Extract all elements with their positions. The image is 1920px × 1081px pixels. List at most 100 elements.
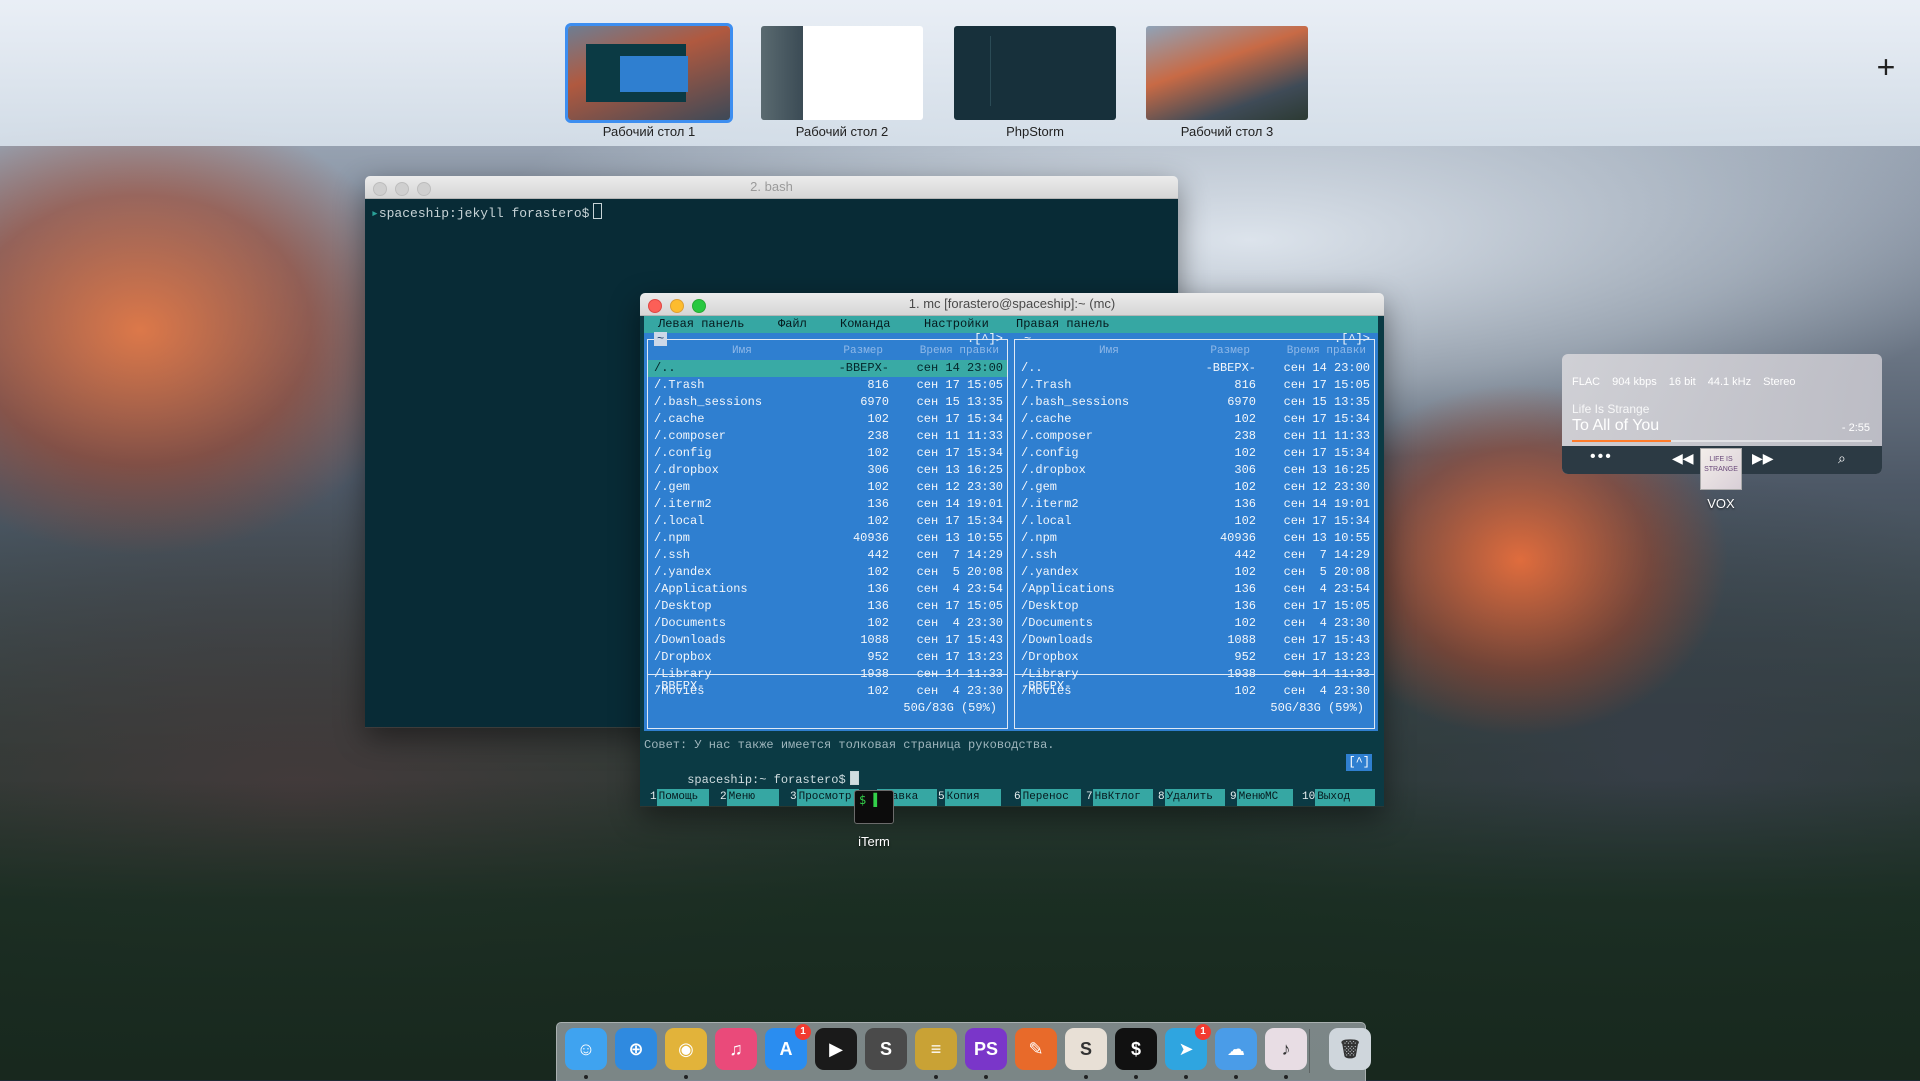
itunes-icon[interactable]: ♫ <box>715 1028 757 1070</box>
vox-album-icon[interactable]: ♪ <box>1265 1028 1307 1070</box>
zoom-button[interactable] <box>417 182 431 196</box>
column-header-mtime[interactable]: Время правки <box>1287 345 1366 357</box>
space-thumbnail-desktop-2[interactable] <box>761 26 923 120</box>
add-space-button[interactable]: + <box>1872 51 1900 83</box>
command-history-button[interactable]: [^] <box>1346 754 1372 771</box>
phpstorm-icon[interactable]: PS <box>965 1028 1007 1070</box>
iterm-icon[interactable]: $ <box>1115 1028 1157 1070</box>
quicktime-icon[interactable]: ▶ <box>815 1028 857 1070</box>
file-row[interactable]: /.composer 238 сен 11 11:33 <box>648 428 1007 445</box>
file-row[interactable]: /.npm 40936 сен 13 10:55 <box>648 530 1007 547</box>
window-titlebar[interactable]: 2. bash <box>365 176 1178 199</box>
sublime-icon[interactable]: S <box>865 1028 907 1070</box>
window-titlebar[interactable]: 1. mc [forastero@spaceship]:~ (mc) <box>640 293 1384 316</box>
file-row[interactable]: /.cache 102 сен 17 15:34 <box>1015 411 1374 428</box>
file-row[interactable]: /.iterm2 136 сен 14 19:01 <box>648 496 1007 513</box>
fkey-help[interactable]: 1 Помощь <box>650 789 709 806</box>
telegram-icon[interactable]: ➤ 1 <box>1165 1024 1211 1070</box>
menu-right-panel[interactable]: Правая панель <box>1016 317 1110 331</box>
file-row[interactable]: /.npm 40936 сен 13 10:55 <box>1015 530 1374 547</box>
menu-left-panel[interactable]: Левая панель <box>658 317 744 331</box>
app-store-icon[interactable]: A1 <box>765 1024 811 1070</box>
file-row[interactable]: /.composer 238 сен 11 11:33 <box>1015 428 1374 445</box>
minimize-button[interactable] <box>395 182 409 196</box>
file-row[interactable]: /.ssh 442 сен 7 14:29 <box>648 547 1007 564</box>
panel-header-controls[interactable]: .[^]> <box>1334 332 1370 346</box>
minimize-button[interactable] <box>670 299 684 313</box>
file-row[interactable]: /.yandex 102 сен 5 20:08 <box>1015 564 1374 581</box>
fast-forward-icon[interactable]: ▶▶ <box>1752 450 1774 467</box>
safari-icon[interactable]: ⊕ <box>615 1028 657 1070</box>
file-row[interactable]: /.bash_sessions 6970 сен 15 13:35 <box>648 394 1007 411</box>
menu-command[interactable]: Команда <box>840 317 890 331</box>
mc-command-line[interactable]: spaceship:~ forastero$ [^] <box>644 754 1378 787</box>
fkey-copy[interactable]: 5 Копия <box>938 789 1001 806</box>
rewind-icon[interactable]: ◀◀ <box>1672 450 1694 467</box>
file-row[interactable]: /.iterm2 136 сен 14 19:01 <box>1015 496 1374 513</box>
file-row[interactable]: /.local 102 сен 17 15:34 <box>1015 513 1374 530</box>
file-row[interactable]: /.gem 102 сен 12 23:30 <box>1015 479 1374 496</box>
panel-header-controls[interactable]: .[^]> <box>967 332 1003 346</box>
column-header-size[interactable]: Размер <box>843 345 883 357</box>
fkey-view[interactable]: 3 Просмотр <box>790 789 859 806</box>
fkey-delete[interactable]: 8 Удалить <box>1158 789 1225 806</box>
file-row[interactable]: /.cache 102 сен 17 15:34 <box>648 411 1007 428</box>
fkey-mkdir[interactable]: 7 НвКтлог <box>1086 789 1153 806</box>
file-row[interactable]: /.config 102 сен 17 15:34 <box>648 445 1007 462</box>
file-row[interactable]: /Downloads 1088 сен 17 15:43 <box>1015 632 1374 649</box>
close-button[interactable] <box>648 299 662 313</box>
zoom-button[interactable] <box>692 299 706 313</box>
file-row[interactable]: /.local 102 сен 17 15:34 <box>648 513 1007 530</box>
panel-path[interactable]: ~ <box>654 332 668 346</box>
file-row[interactable]: /Downloads 1088 сен 17 15:43 <box>648 632 1007 649</box>
menu-file[interactable]: Файл <box>778 317 807 331</box>
database-icon[interactable]: ≡ <box>915 1028 957 1070</box>
trash-icon[interactable]: 🗑 <box>1329 1028 1371 1070</box>
fkey-quit[interactable]: 10 Выход <box>1302 789 1376 806</box>
midnight-commander[interactable]: Левая панель Файл Команда Настройки Прав… <box>640 316 1384 806</box>
file-row[interactable]: /Desktop 136 сен 17 15:05 <box>1015 598 1374 615</box>
file-row[interactable]: /Desktop 136 сен 17 15:05 <box>648 598 1007 615</box>
file-row[interactable]: /Applications 136 сен 4 23:54 <box>648 581 1007 598</box>
file-row[interactable]: /.. -ВВЕРХ-сен 14 23:00 <box>648 360 1007 377</box>
fkey-move[interactable]: 6 Перенос <box>1014 789 1081 806</box>
space-thumbnail-phpstorm[interactable] <box>954 26 1116 120</box>
playback-progress-bar[interactable] <box>1572 440 1872 442</box>
cloud-icon[interactable]: ☁ <box>1215 1028 1257 1070</box>
file-row[interactable]: /Dropbox 952 сен 17 13:23 <box>648 649 1007 666</box>
file-row[interactable]: /Applications 136 сен 4 23:54 <box>1015 581 1374 598</box>
fkey-menu[interactable]: 2 Меню <box>720 789 779 806</box>
space-thumbnail-desktop-1[interactable] <box>565 23 733 123</box>
fkey-pulldown[interactable]: 9 МенюМС <box>1230 789 1293 806</box>
column-header-name[interactable]: Имя <box>1099 345 1119 357</box>
file-row[interactable]: /.dropbox 306 сен 13 16:25 <box>1015 462 1374 479</box>
mc-right-panel[interactable]: ~ .[^]> Имя Размер Время правки /.. -ВВЕР… <box>1011 332 1378 731</box>
file-row[interactable]: /.ssh 442 сен 7 14:29 <box>1015 547 1374 564</box>
file-row[interactable]: /.Trash 816 сен 17 15:05 <box>1015 377 1374 394</box>
chrome-icon[interactable]: ◉ <box>665 1028 707 1070</box>
file-row[interactable]: /.dropbox 306 сен 13 16:25 <box>648 462 1007 479</box>
panel-path[interactable]: ~ <box>1021 332 1034 346</box>
column-header-mtime[interactable]: Время правки <box>920 345 999 357</box>
slack-icon[interactable]: S <box>1065 1028 1107 1070</box>
file-row[interactable]: /Documents 102 сен 4 23:30 <box>1015 615 1374 632</box>
file-row[interactable]: /.gem 102 сен 12 23:30 <box>648 479 1007 496</box>
mc-left-panel[interactable]: ~ .[^]> Имя Размер Время правки /.. -ВВЕР… <box>644 332 1011 731</box>
file-row[interactable]: /.yandex 102 сен 5 20:08 <box>648 564 1007 581</box>
iterm-app-icon[interactable]: $ ▌ <box>854 790 894 824</box>
close-button[interactable] <box>373 182 387 196</box>
file-row[interactable]: /Documents 102 сен 4 23:30 <box>648 615 1007 632</box>
search-icon[interactable]: ⌕ <box>1838 450 1846 467</box>
file-row[interactable]: /Dropbox 952 сен 17 13:23 <box>1015 649 1374 666</box>
menu-options[interactable]: Настройки <box>924 317 989 331</box>
space-thumbnail-desktop-3[interactable] <box>1146 26 1308 120</box>
file-row[interactable]: /.config 102 сен 17 15:34 <box>1015 445 1374 462</box>
mc-terminal-window[interactable]: 1. mc [forastero@spaceship]:~ (mc) Левая… <box>640 293 1384 807</box>
wrench-icon[interactable]: ✎ <box>1015 1028 1057 1070</box>
file-row[interactable]: /.bash_sessions 6970 сен 15 13:35 <box>1015 394 1374 411</box>
column-header-size[interactable]: Размер <box>1210 345 1250 357</box>
column-header-name[interactable]: Имя <box>732 345 752 357</box>
more-options-icon[interactable]: ••• <box>1590 448 1613 466</box>
album-cover[interactable]: LIFE IS STRANGE <box>1700 448 1742 490</box>
finder-icon[interactable]: ☺ <box>565 1028 607 1070</box>
